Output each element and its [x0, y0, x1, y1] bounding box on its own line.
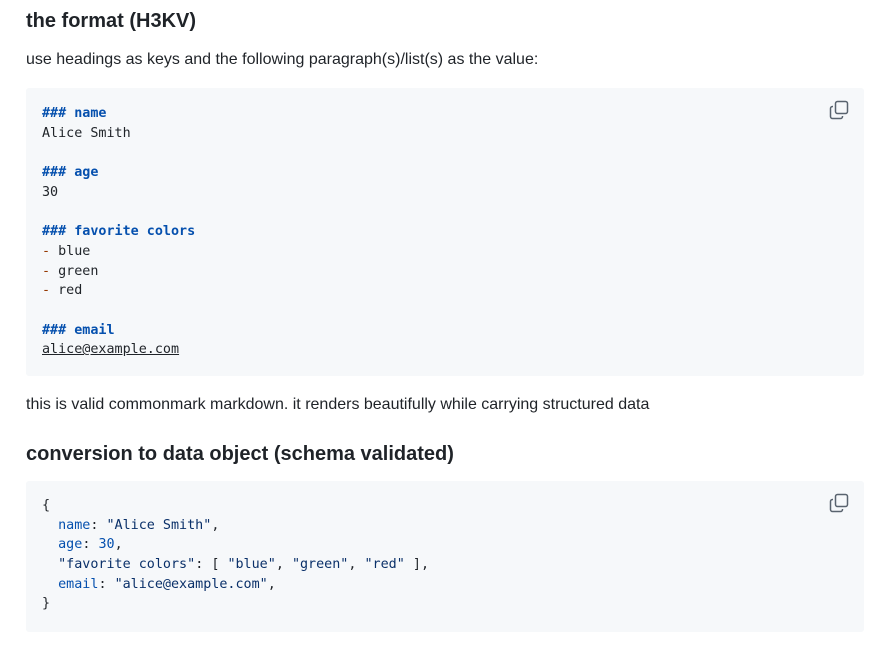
md-value-age: 30: [42, 184, 59, 200]
json-key-email: email: [58, 576, 99, 592]
json-val-email: "alice@example.com": [114, 576, 268, 592]
json-val-color-3: "red": [364, 557, 405, 573]
json-key-colors: "favorite colors": [58, 557, 196, 573]
md-line-heading-age: ### age: [42, 163, 848, 183]
json-val-color-2: "green": [291, 557, 349, 573]
md-color-1: blue: [58, 243, 91, 259]
json-line-email: email: "alice@example.com",: [58, 576, 276, 592]
copy-markdown-button[interactable]: [828, 99, 850, 121]
json-line-colors: "favorite colors": [ "blue", "green", "r…: [58, 557, 429, 573]
json-line-close: }: [42, 594, 848, 614]
json-key-name: name: [58, 517, 91, 533]
md-value-name: Alice Smith: [42, 125, 131, 141]
json-line-open: {: [42, 496, 848, 516]
md-bullet-marker: -: [42, 263, 51, 279]
md-line-value-age: 30: [42, 183, 848, 203]
json-key-age: age: [58, 537, 83, 553]
md-color-2: green: [58, 263, 99, 279]
json-val-name: "Alice Smith": [106, 517, 212, 533]
markdown-code-block: ### name Alice Smith ### age 30 ### favo…: [26, 88, 864, 376]
md-heading-name: ### name: [42, 106, 107, 121]
copy-icon: [829, 493, 849, 513]
md-line-heading-name: ### name: [42, 104, 848, 124]
md-blank-line: [42, 202, 848, 222]
json-val-color-1: "blue": [227, 557, 276, 573]
json-val-age: 30: [98, 537, 115, 553]
md-blank-line: [42, 143, 848, 163]
md-line-heading-email: ### email: [42, 321, 848, 341]
format-heading: the format (H3KV): [26, 10, 197, 32]
json-array-close: ]: [412, 557, 421, 573]
json-line-age: age: 30,: [58, 537, 123, 553]
md-heading-email: ### email: [42, 322, 115, 338]
md-list-item: - blue: [42, 242, 848, 262]
copy-json-button[interactable]: [828, 492, 850, 514]
json-close-brace: }: [42, 596, 51, 612]
json-line-name: name: "Alice Smith",: [58, 517, 220, 533]
md-bullet-marker: -: [42, 283, 51, 299]
json-array-open: [: [211, 557, 220, 573]
md-bullet-marker: -: [42, 243, 51, 259]
json-code-block: { name: "Alice Smith", age: 30, "favorit…: [26, 481, 864, 632]
md-list-item: - green: [42, 262, 848, 282]
md-blank-line: [42, 301, 848, 321]
conversion-heading: conversion to data object (schema valida…: [26, 443, 454, 465]
md-line-value-email: alice@example.com: [42, 340, 848, 360]
md-heading-colors: ### favorite colors: [42, 224, 196, 240]
copy-icon: [829, 100, 849, 120]
format-intro-paragraph: use headings as keys and the following p…: [26, 51, 539, 68]
md-line-value-name: Alice Smith: [42, 124, 848, 144]
md-heading-age: ### age: [42, 165, 99, 181]
md-list-item: - red: [42, 281, 848, 301]
json-open-brace: {: [42, 498, 51, 513]
md-line-heading-colors: ### favorite colors: [42, 222, 848, 242]
valid-note-paragraph: this is valid commonmark markdown. it re…: [26, 396, 650, 413]
md-color-3: red: [58, 283, 83, 299]
md-email-link[interactable]: alice@example.com: [42, 342, 179, 357]
